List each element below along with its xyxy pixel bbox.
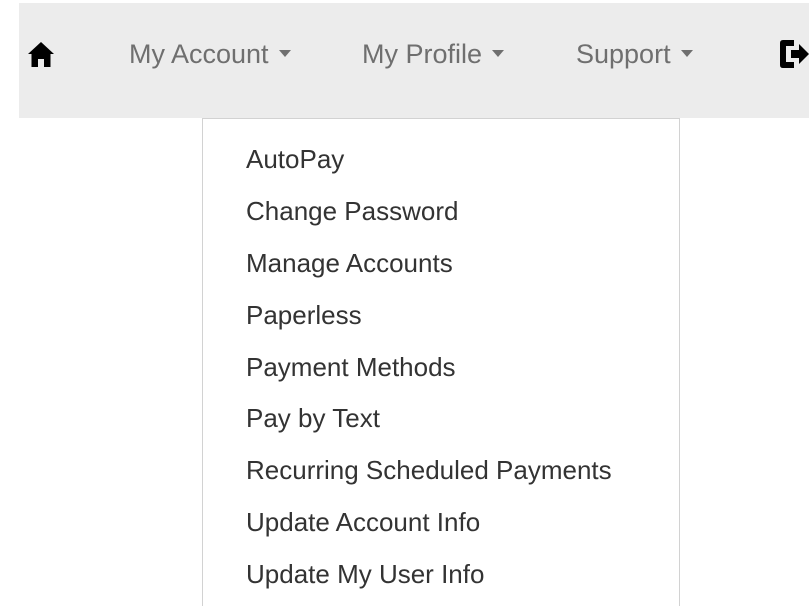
menu-item-recurring-scheduled-payments[interactable]: Recurring Scheduled Payments bbox=[246, 450, 612, 490]
nav-my-profile-dropdown[interactable]: My Profile bbox=[362, 36, 505, 72]
menu-item-pay-by-text[interactable]: Pay by Text bbox=[246, 398, 380, 438]
menu-item-manage-accounts[interactable]: Manage Accounts bbox=[246, 243, 453, 283]
nav-my-account-dropdown[interactable]: My Account bbox=[129, 36, 291, 72]
menu-item-update-my-user-info[interactable]: Update My User Info bbox=[246, 554, 484, 594]
my-account-dropdown-menu: AutoPay Change Password Manage Accounts … bbox=[202, 118, 680, 606]
caret-down-icon bbox=[492, 50, 505, 58]
nav-my-account-label: My Account bbox=[129, 39, 269, 69]
home-icon bbox=[28, 42, 54, 67]
home-button[interactable] bbox=[27, 37, 55, 71]
menu-item-paperless[interactable]: Paperless bbox=[246, 295, 362, 335]
logout-button[interactable] bbox=[778, 39, 809, 69]
menu-item-update-account-info[interactable]: Update Account Info bbox=[246, 502, 480, 542]
menu-item-payment-methods[interactable]: Payment Methods bbox=[246, 347, 456, 387]
nav-support-dropdown[interactable]: Support bbox=[576, 36, 693, 72]
nav-my-profile-label: My Profile bbox=[362, 39, 483, 69]
menu-item-change-password[interactable]: Change Password bbox=[246, 191, 458, 231]
caret-down-icon bbox=[680, 50, 693, 58]
sign-out-icon bbox=[780, 40, 809, 68]
caret-down-icon bbox=[278, 50, 291, 58]
nav-support-label: Support bbox=[576, 39, 671, 69]
menu-item-autopay[interactable]: AutoPay bbox=[246, 139, 344, 179]
